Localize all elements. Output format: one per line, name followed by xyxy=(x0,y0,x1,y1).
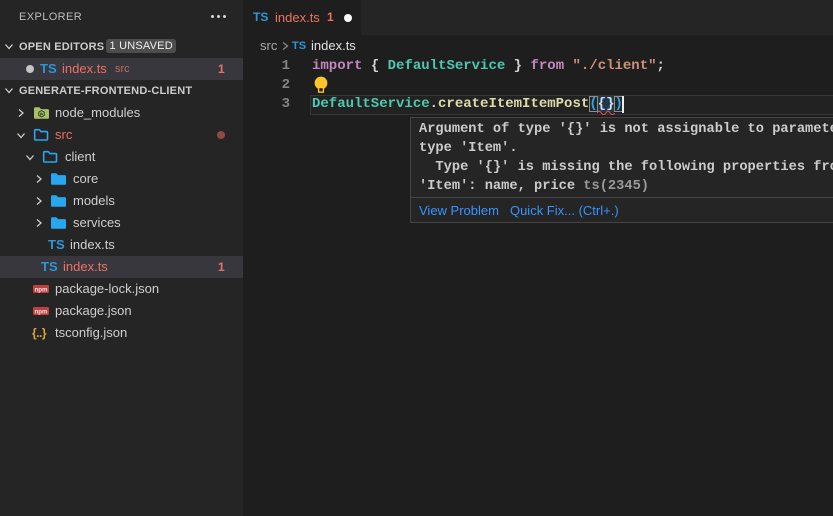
svg-text:npm: npm xyxy=(34,308,48,315)
svg-text:npm: npm xyxy=(34,286,48,293)
